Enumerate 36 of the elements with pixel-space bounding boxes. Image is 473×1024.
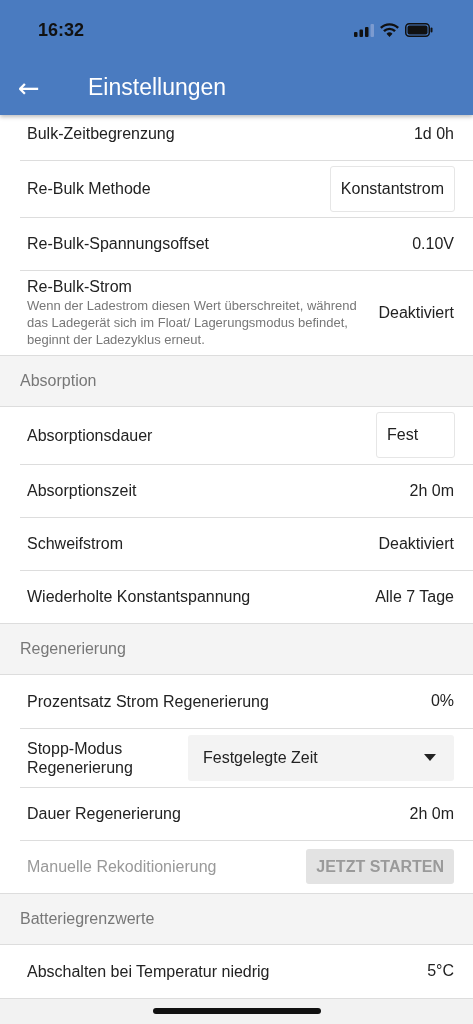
setting-label: Absorptionszeit [27,481,138,501]
setting-description: Wenn der Ladestrom diesen Wert überschreitet, während das Ladegerät sich im Float/ Lagerungsmodus befindet, beginnt der Ladezyklus erneut. [27,298,358,349]
setting-label: Stopp-Modus Regenerierung [27,738,134,778]
setting-value[interactable]: Deaktiviert [378,303,454,322]
status-time: 16:32 [38,19,85,41]
setting-label: Absorptionsdauer [27,425,154,445]
setting-label: Re-Bulk-Spannungsoffset [27,234,211,254]
dropdown[interactable]: Festgelegte Zeit [188,734,454,781]
back-button[interactable]: ← [18,72,68,103]
caret-icon [424,754,436,762]
wifi-icon [380,23,399,37]
signal-icon [354,23,374,37]
battery-icon [405,23,433,37]
setting-label: Abschalten bei Temperatur niedrig [27,961,271,981]
setting-label: Re-Bulk-Strom [27,277,133,297]
setting-label: Bulk-Zeitbegrenzung [27,123,176,144]
setting-label: Wiederholte Konstantspannung [27,587,252,607]
setting-value[interactable]: 0.10V [412,235,454,253]
setting-value[interactable]: 2h 0m [409,804,454,823]
section-title: Regenerierung [19,639,126,658]
setting-value[interactable]: 5°C [427,962,454,981]
setting-label: Manuelle Rekoditionierung [27,857,218,877]
setting-label: Prozentsatz Strom Regenerierung [27,691,270,711]
value-selector[interactable]: Konstantstrom [329,166,455,212]
setting-label: Re-Bulk Methode [27,179,152,199]
setting-label: Dauer Regenerierung [27,804,182,824]
setting-value[interactable]: 0% [430,692,454,711]
setting-value[interactable]: Deaktiviert [378,534,454,553]
setting-label: Schweifstrom [27,534,125,554]
section-title: Batteriegrenzwerte [19,909,155,928]
setting-value[interactable]: 1d 0h [413,124,454,143]
page-title: Einstellungen [88,74,227,101]
setting-value[interactable]: 2h 0m [409,481,454,500]
setting-value[interactable]: Alle 7 Tage [375,587,454,606]
section-title: Absorption [19,371,97,390]
value-selector[interactable]: Fest [376,412,455,459]
